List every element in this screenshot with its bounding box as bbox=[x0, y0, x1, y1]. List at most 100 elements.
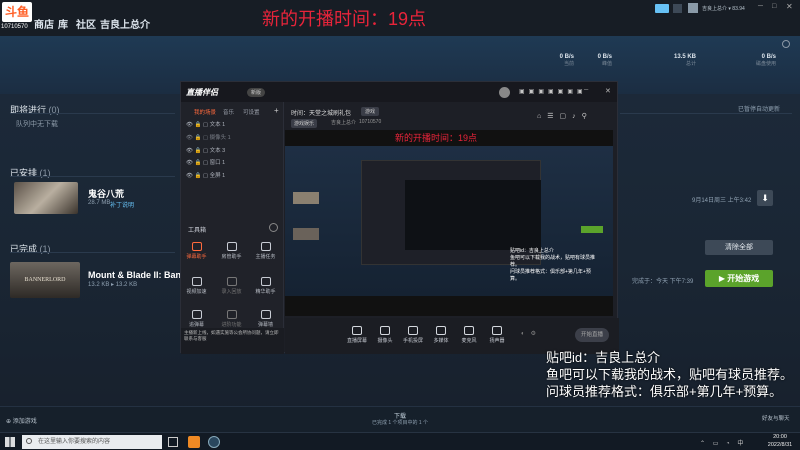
source-phone[interactable]: 手机投屏 bbox=[399, 326, 427, 344]
play-button[interactable]: ▶ 开始游戏 bbox=[705, 270, 773, 287]
header-icons[interactable]: ▣▣▣▣▣▣▣ bbox=[519, 88, 587, 95]
layer-item[interactable]: 👁 🔒 ▢ 文本 3 bbox=[186, 146, 225, 156]
clock-date[interactable]: 2022/8/31 bbox=[765, 442, 795, 448]
tab-settable[interactable]: 可设置 bbox=[243, 108, 260, 116]
layer-item[interactable]: 👁 🔒 ▢ 摄像头 1 bbox=[186, 133, 231, 143]
room-id-obs: 10710570 bbox=[359, 119, 382, 125]
divider bbox=[620, 113, 792, 114]
tool-highlights[interactable]: 精华助手 bbox=[253, 277, 278, 295]
tab-my-scenes[interactable]: 我的场景 bbox=[194, 108, 216, 116]
friends-chat-button[interactable]: 好友与聊天 bbox=[762, 414, 792, 422]
user-avatar[interactable] bbox=[499, 87, 510, 98]
tool-video[interactable]: 视频加速 bbox=[184, 277, 209, 295]
nested-thumbnail bbox=[293, 228, 319, 240]
start-stream-button[interactable]: 开始直播 bbox=[575, 328, 609, 342]
divider bbox=[10, 252, 175, 253]
nav-library[interactable]: 库 bbox=[58, 16, 68, 31]
taskbar-app-douyu[interactable] bbox=[188, 436, 200, 448]
notice-bar: 主播新上线，如遇实施等公会所协问题，请立即联系与客服 bbox=[181, 328, 284, 354]
preview-tooltip: 贴吧id：吉良上总介 鱼吧可以下载我的战术，贴吧有球员推荐。 问球员推荐格式：俱乐部… bbox=[510, 248, 596, 282]
room-category[interactable]: 游戏娱乐 bbox=[291, 119, 318, 128]
scheduled-time: 9月14日周三 上午3:42 bbox=[692, 198, 752, 204]
system-tray[interactable]: ⌃ ▭ ◔ 中 bbox=[700, 438, 746, 447]
section-in-progress-title: 即将进行 (0) bbox=[10, 105, 60, 115]
tool-advanced[interactable]: 进阶功能 bbox=[219, 310, 244, 328]
avatar[interactable] bbox=[688, 3, 698, 13]
graph-settings-icon[interactable] bbox=[782, 40, 790, 48]
toolbox-more-icon[interactable] bbox=[269, 223, 278, 232]
game-thumbnail-bannerlord[interactable]: BANNERLORD bbox=[10, 262, 80, 298]
clear-all-button[interactable]: 清除全部 bbox=[705, 240, 773, 255]
version-badge[interactable]: 新版 bbox=[247, 88, 266, 97]
stat-total: 13.5 KB 总计 bbox=[673, 54, 696, 67]
source-camera[interactable]: 摄像头 bbox=[371, 326, 399, 344]
maximize-icon[interactable]: □ bbox=[772, 3, 776, 10]
mic-control[interactable]: 麦克风 bbox=[455, 326, 483, 344]
notification-icon[interactable] bbox=[673, 4, 682, 13]
search-icon bbox=[26, 438, 32, 444]
taskbar-app-steam[interactable] bbox=[208, 436, 220, 448]
game-title-guigu[interactable]: 鬼谷八荒 bbox=[88, 187, 124, 200]
downloads-footer-sub: 已完成 1 个项目中的 1 个 bbox=[371, 420, 429, 426]
stat-current: 0 B/s 当前 bbox=[559, 54, 574, 67]
completed-time: 完成于：今天 下午7:39 bbox=[632, 279, 694, 285]
streaming-app-window: 直播伴侣 新版 ▣▣▣▣▣▣▣ ─ ✕ 我的场景 音乐 可设置 + 👁 🔒 ▢ … bbox=[180, 81, 619, 354]
preview-overlay-title: 新的开播时间：19点 bbox=[395, 133, 478, 143]
stat-peak: 0 B/s 峰值 bbox=[597, 54, 612, 67]
app-logo: 直播伴侣 bbox=[186, 88, 218, 97]
tool-danmu-wall[interactable]: 弹幕墙 bbox=[253, 310, 278, 328]
room-user: 吉良上总介 bbox=[331, 120, 357, 126]
game-size-bannerlord: 13.2 KB ▸ 13.2 KB bbox=[88, 282, 138, 288]
download-icon[interactable]: ⬇ bbox=[757, 190, 773, 206]
stat-disk: 0 B/s 磁盘使用 bbox=[755, 54, 776, 67]
queue-empty-text: 队列中无下载 bbox=[16, 121, 58, 128]
close-icon[interactable]: ✕ bbox=[786, 2, 793, 11]
account-menu[interactable]: 吉良上总介 ▾ 83.94 bbox=[702, 5, 745, 12]
nested-green-button bbox=[581, 226, 603, 233]
add-scene-icon[interactable]: + bbox=[274, 106, 279, 115]
layer-item[interactable]: 👁 🔒 ▢ 全屏 1 bbox=[186, 171, 225, 181]
task-view-icon[interactable] bbox=[168, 437, 178, 447]
source-screen[interactable]: 直播屏幕 bbox=[343, 326, 371, 344]
tool-danmu[interactable]: 弹幕助手 bbox=[184, 242, 209, 260]
announce-icon[interactable] bbox=[655, 4, 669, 13]
overlay-title: 新的开播时间：19点 bbox=[262, 9, 427, 29]
stream-preview[interactable]: 新的开播时间：19点 贴吧id：吉良上总介 鱼吧可以下载我的战术，贴吧有球员推荐。… bbox=[285, 130, 613, 316]
room-id: 10710570 bbox=[1, 24, 28, 30]
windows-taskbar: 在这里输入你要搜索的内容 ⌃ ▭ ◔ 中 20:00 2022/8/31 bbox=[0, 432, 800, 450]
game-thumbnail-guigu[interactable] bbox=[14, 182, 78, 214]
section-scheduled-title: 已安排 (1) bbox=[10, 168, 51, 178]
volume-icons[interactable]: ◐⚙ bbox=[521, 330, 542, 337]
patch-notes-link[interactable]: 补丁说明 bbox=[110, 200, 134, 209]
windows-start-icon[interactable] bbox=[5, 437, 15, 447]
toolbox-title: 工具箱 bbox=[188, 228, 207, 234]
overlay-line-2: 鱼吧可以下载我的战术，贴吧有球员推荐。 bbox=[546, 367, 794, 382]
minimize-icon[interactable]: ─ bbox=[758, 3, 763, 10]
source-media[interactable]: 多媒体 bbox=[427, 326, 455, 344]
nav-store[interactable]: 商店 bbox=[34, 16, 54, 31]
nav-profile[interactable]: 吉良上总介 bbox=[100, 16, 150, 31]
layer-item[interactable]: 👁 🔒 ▢ 窗口 1 bbox=[186, 158, 225, 168]
tool-danmu-chase[interactable]: 追弹幕 bbox=[184, 310, 209, 328]
window-close-icon[interactable]: ✕ bbox=[605, 87, 611, 95]
streaming-app-header: 直播伴侣 新版 ▣▣▣▣▣▣▣ ─ ✕ bbox=[181, 82, 617, 102]
room-title: 时间：天堂之城刷礼包 bbox=[291, 111, 352, 117]
add-game-button[interactable]: ⊕ 添加游戏 bbox=[6, 416, 37, 425]
tool-replay[interactable]: 录入回放 bbox=[219, 277, 244, 295]
steam-top-bar: 斗鱼 10710570 商店 库 社区 吉良上总介 新的开播时间：19点 吉良上… bbox=[0, 0, 800, 36]
speaker-control[interactable]: 扬声器 bbox=[483, 326, 511, 344]
nested-preview bbox=[405, 180, 541, 250]
room-action-icons[interactable]: ⌂☰▢♪⚲ bbox=[537, 112, 593, 120]
scene-sidebar: 我的场景 音乐 可设置 + 👁 🔒 ▢ 文本 1 👁 🔒 ▢ 摄像头 1 👁 🔒… bbox=[181, 102, 284, 354]
taskbar-search-input[interactable]: 在这里输入你要搜索的内容 bbox=[22, 435, 162, 449]
window-minimize-icon[interactable]: ─ bbox=[584, 87, 588, 93]
game-size-guigu: 28.7 MB bbox=[88, 200, 111, 206]
layer-item[interactable]: 👁 🔒 ▢ 文本 1 bbox=[186, 120, 225, 130]
tab-music[interactable]: 音乐 bbox=[223, 108, 234, 116]
tool-tasks[interactable]: 主播任务 bbox=[253, 242, 278, 260]
douyu-logo: 斗鱼 bbox=[2, 2, 32, 22]
tool-room-admin[interactable]: 房管助手 bbox=[219, 242, 244, 260]
room-category-tag[interactable]: 游戏 bbox=[361, 107, 380, 116]
nav-community[interactable]: 社区 bbox=[76, 16, 96, 31]
clock-time[interactable]: 20:00 bbox=[765, 434, 795, 440]
